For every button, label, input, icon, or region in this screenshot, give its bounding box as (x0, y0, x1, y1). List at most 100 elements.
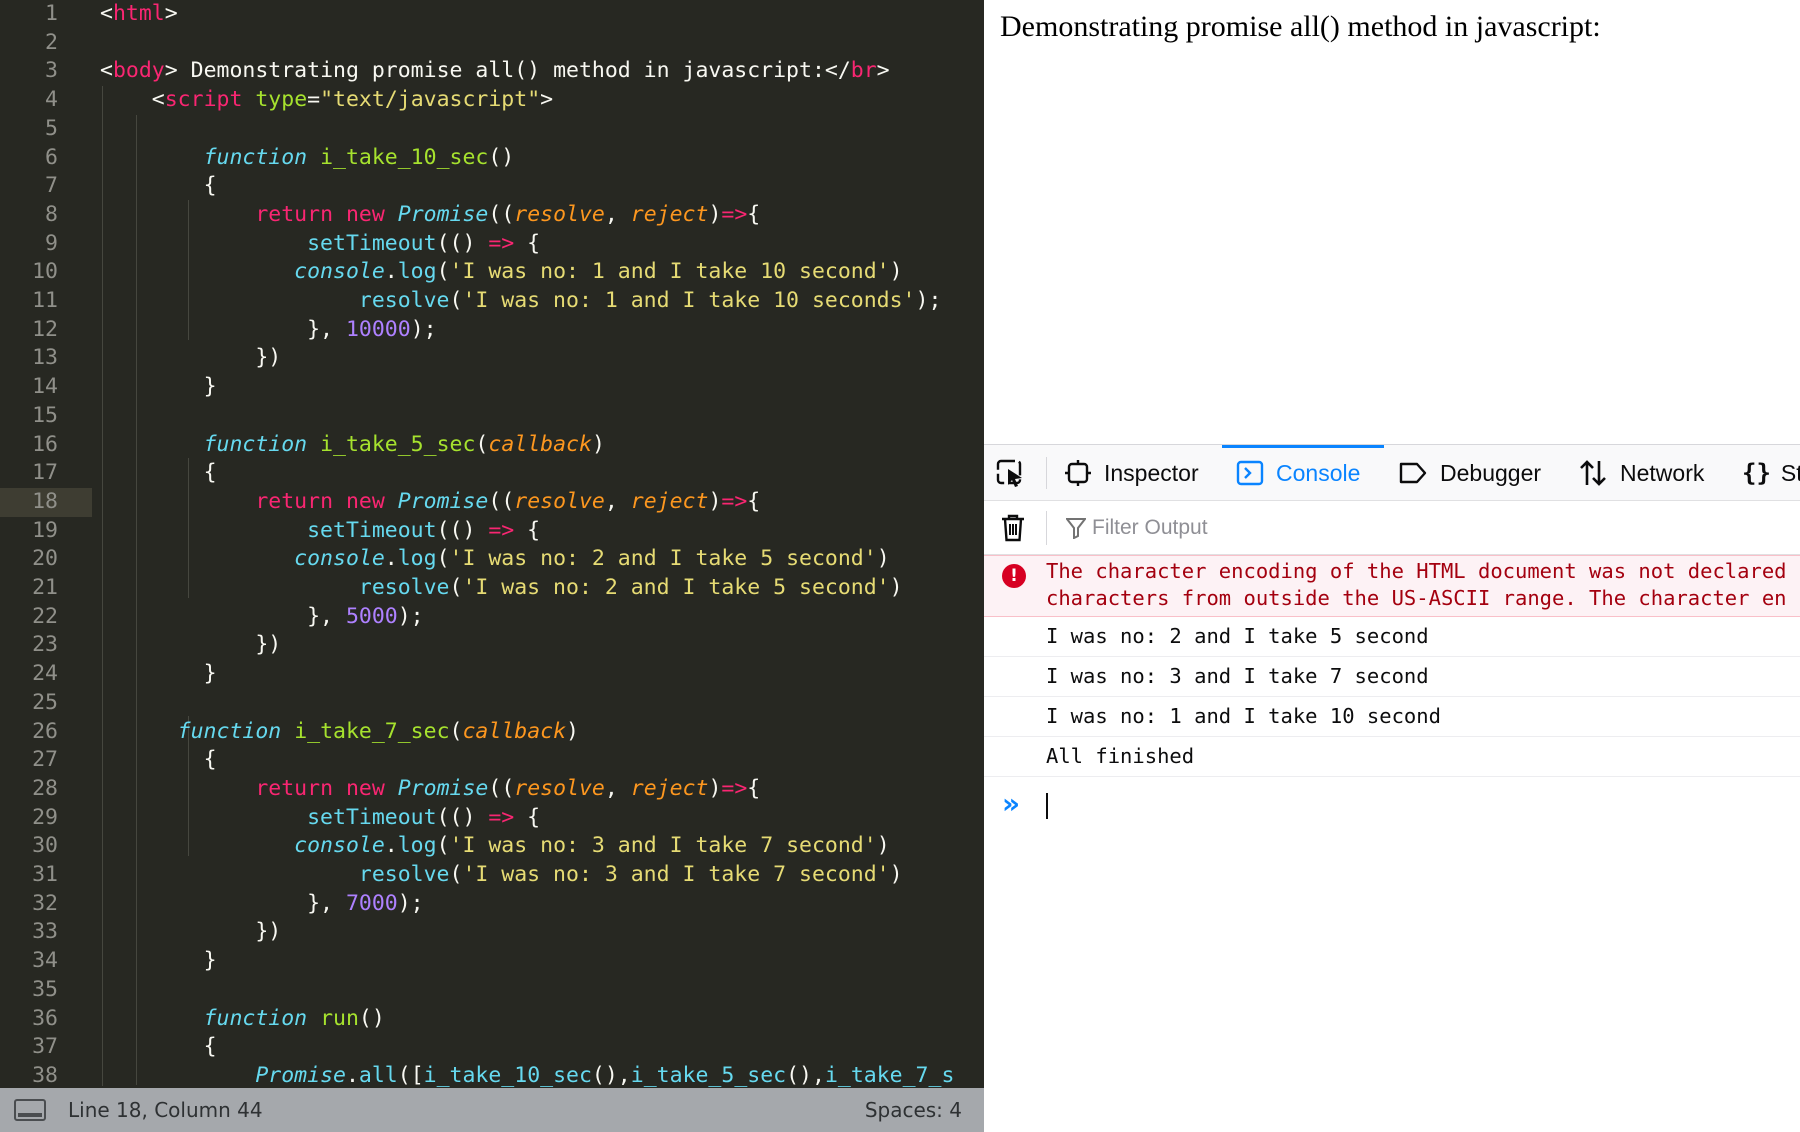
code-line-36: function run() (203, 1005, 385, 1031)
browser-window: Demonstrating promise all() method in ja… (984, 0, 1800, 1132)
line-number: 21 (32, 575, 58, 600)
code-line-1: <html> (100, 1, 178, 26)
error-icon: ! (1002, 564, 1026, 588)
error-text-line-2: characters from outside the US-ASCII ran… (1046, 586, 1787, 610)
code-line-12: }, 10000); (307, 316, 437, 342)
line-number: 8 (45, 201, 58, 227)
log-text: I was no: 2 and I take 5 second (1046, 624, 1429, 648)
tab-console-label: Console (1276, 459, 1361, 486)
code-line-14: } (203, 374, 217, 400)
tab-debugger[interactable]: Debugger (1398, 445, 1541, 501)
line-number: 4 (45, 87, 58, 113)
panel-toggle-icon[interactable] (14, 1099, 46, 1121)
code-line-18: return new Promise((resolve, reject)=>{ (255, 488, 761, 514)
code-line-38: Promise.all([i_take_10_sec(),i_take_5_se… (255, 1062, 955, 1088)
tab-network[interactable]: Network (1578, 445, 1704, 501)
code-area[interactable]: <html> <body> Demonstrating promise all(… (100, 0, 984, 1088)
code-line-16: function i_take_5_sec(callback) (203, 431, 605, 457)
line-number: 7 (45, 173, 58, 199)
debugger-icon (1399, 462, 1427, 484)
code-line-23: }) (255, 632, 282, 658)
page-body-text: Demonstrating promise all() method in ja… (1000, 10, 1601, 43)
code-line-33: }) (255, 919, 282, 945)
line-number: 14 (32, 374, 58, 400)
line-number: 31 (32, 862, 58, 887)
line-number: 33 (32, 919, 58, 945)
devtools-toolbar: Inspector Console Debugger Network {} St (984, 445, 1800, 501)
code-line-21: resolve('I was no: 2 and I take 5 second… (358, 575, 903, 600)
console-log-message[interactable]: I was no: 1 and I take 10 second (984, 697, 1800, 737)
code-line-34: } (203, 948, 217, 974)
line-number: 37 (32, 1034, 58, 1060)
tab-debugger-label: Debugger (1440, 459, 1542, 486)
line-number: 10 (32, 259, 58, 285)
element-picker-icon[interactable] (996, 459, 1026, 489)
line-number: 6 (45, 144, 58, 170)
line-number: 5 (45, 115, 58, 141)
console-log-message[interactable]: I was no: 3 and I take 7 second (984, 657, 1800, 697)
page-viewport: Demonstrating promise all() method in ja… (984, 0, 1800, 444)
code-line-27: { (203, 747, 217, 773)
line-number: 15 (32, 402, 58, 428)
prompt-chevron-icon: » (1002, 787, 1021, 820)
line-number: 11 (32, 288, 58, 313)
cursor-position[interactable]: Line 18, Column 44 (68, 1098, 263, 1122)
code-line-29: setTimeout(() => { (307, 804, 541, 830)
code-line-6: function i_take_10_sec() (203, 144, 515, 170)
tab-style-editor-label: St (1780, 459, 1800, 486)
line-number: 38 (32, 1062, 58, 1088)
line-number: 30 (32, 833, 58, 859)
code-editor[interactable]: 1 2 3 4 5 6 7 8 9 10 11 12 13 14 15 16 17 18 19 20 21 22 23 24 2… (0, 0, 984, 1132)
line-number: 36 (32, 1005, 58, 1031)
code-line-4: <script type="text/javascript"> (151, 87, 554, 113)
log-text: All finished (1046, 744, 1195, 768)
code-line-10: console.log('I was no: 1 and I take 10 s… (294, 259, 903, 285)
log-text: I was no: 1 and I take 10 second (1046, 704, 1441, 728)
console-log-message[interactable]: All finished (984, 737, 1800, 777)
code-line-17: { (203, 460, 217, 486)
line-number: 22 (32, 603, 58, 629)
line-number: 29 (32, 804, 58, 830)
line-number: 27 (32, 747, 58, 773)
editor-status-bar: Line 18, Column 44 Spaces: 4 (0, 1088, 984, 1132)
network-icon (1580, 460, 1606, 486)
inspector-icon (1065, 460, 1091, 486)
line-number: 24 (32, 661, 58, 687)
tab-console[interactable]: Console (1222, 445, 1384, 501)
tab-style-editor[interactable]: {} St (1742, 445, 1800, 501)
console-input-row[interactable]: » (984, 781, 1800, 829)
line-number: 12 (32, 316, 58, 342)
line-number: 23 (32, 632, 58, 658)
line-number: 35 (32, 976, 58, 1002)
code-line-3: <body> Demonstrating promise all() metho… (100, 58, 890, 84)
filter-icon (1066, 518, 1086, 539)
console-filter-bar (984, 501, 1800, 555)
line-number: 16 (32, 431, 58, 457)
code-line-26: function i_take_7_sec(callback) (177, 718, 579, 744)
indentation-setting[interactable]: Spaces: 4 (865, 1098, 962, 1122)
code-line-7: { (203, 173, 217, 199)
console-log-message[interactable]: I was no: 2 and I take 5 second (984, 617, 1800, 657)
filter-separator (1046, 511, 1047, 545)
console-error-message[interactable]: ! The character encoding of the HTML doc… (984, 555, 1800, 617)
code-line-20: console.log('I was no: 2 and I take 5 se… (294, 546, 890, 572)
console-output: ! The character encoding of the HTML doc… (984, 555, 1800, 1132)
code-line-19: setTimeout(() => { (307, 517, 541, 543)
line-number: 28 (32, 775, 58, 801)
line-number: 26 (32, 718, 58, 744)
tab-inspector[interactable]: Inspector (1064, 445, 1199, 501)
code-line-28: return new Promise((resolve, reject)=>{ (255, 775, 761, 801)
filter-output-input[interactable] (1092, 511, 1782, 545)
code-line-31: resolve('I was no: 3 and I take 7 second… (358, 862, 903, 887)
toolbar-separator (1046, 457, 1047, 489)
devtools-panel: Inspector Console Debugger Network {} St… (984, 444, 1800, 1132)
line-number: 9 (45, 230, 58, 256)
code-line-11: resolve('I was no: 1 and I take 10 secon… (358, 288, 942, 313)
console-input[interactable] (1044, 789, 1784, 823)
line-number: 1 (45, 1, 58, 26)
line-number: 34 (32, 948, 58, 974)
code-line-8: return new Promise((resolve, reject)=>{ (255, 201, 761, 227)
line-number: 2 (45, 29, 58, 55)
line-number: 19 (32, 517, 58, 543)
trash-icon[interactable] (1000, 513, 1026, 543)
